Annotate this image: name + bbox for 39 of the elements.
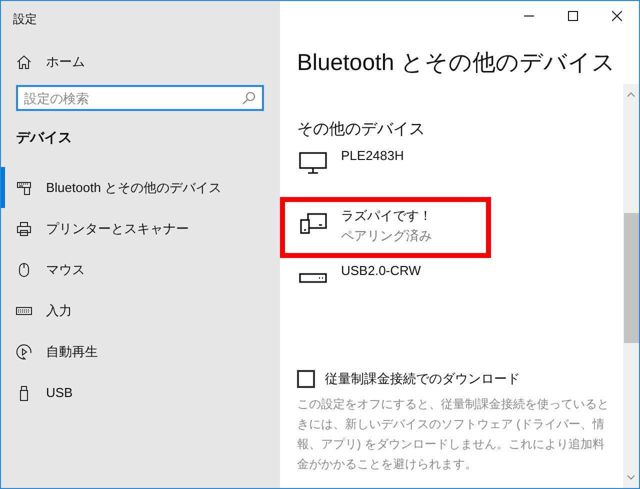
section-heading: その他のデバイス [297, 120, 426, 140]
sidebar-item-label[interactable]: プリンターとスキャナー [46, 220, 189, 238]
sidebar-item[interactable]: 入力 [1, 290, 280, 331]
search-field[interactable]: 設定の検索 [16, 85, 264, 111]
play-circle-icon [16, 344, 32, 360]
scroll-up-icon[interactable] [627, 92, 635, 97]
window-title: 設定 [12, 11, 38, 28]
sidebar-item-label[interactable]: マウス [46, 260, 85, 278]
sidebar-item[interactable]: USB [1, 372, 280, 413]
mouse-icon [16, 262, 32, 278]
keyboard-phone-icon [16, 180, 32, 196]
home-icon [16, 54, 32, 70]
close-icon[interactable] [612, 11, 622, 21]
sidebar-item[interactable]: プリンターとスキャナー [1, 208, 280, 249]
sidebar-item-label[interactable]: Bluetooth とその他のデバイス [46, 178, 222, 196]
printer-icon [16, 220, 32, 236]
sidebar-item-label[interactable]: 入力 [46, 302, 72, 320]
monitor-icon [299, 151, 327, 175]
maximize-icon[interactable] [568, 11, 578, 21]
home-label[interactable]: ホーム [46, 53, 85, 71]
home-link[interactable]: ホーム [1, 35, 280, 71]
checkbox-label[interactable]: 従量制課金接続でのダウンロード [325, 370, 520, 388]
scroll-down-icon[interactable] [627, 475, 635, 480]
phone-and-tablet-icon [299, 210, 327, 234]
device-name[interactable]: PLE2483H [341, 148, 404, 163]
sidebar-item[interactable]: マウス [1, 249, 280, 290]
device-name[interactable]: USB2.0-CRW [341, 263, 421, 278]
checkbox[interactable] [297, 370, 315, 388]
section-heading: デバイス [15, 128, 73, 147]
search-icon[interactable] [242, 91, 256, 105]
sidebar-item[interactable]: 自動再生 [1, 331, 280, 372]
scrollbar-thumb[interactable] [624, 213, 638, 343]
scrollbar[interactable] [623, 84, 639, 488]
page-title: Bluetooth とその他のデバイス [296, 48, 617, 77]
sidebar-item-label[interactable]: USB [46, 385, 73, 400]
device-status: ペアリング済み [341, 227, 432, 245]
description-text: この設定をオフにすると、従量制課金接続を使っているときには、新しいデバイスのソフトウェア (ドライバー、情報、アプリ) をダウンロードしません。これにより追加料金がかかることを避けられます。 [297, 396, 610, 473]
device-name[interactable]: ラズパイです！ [341, 207, 432, 225]
sidebar-item-label[interactable]: 自動再生 [46, 342, 98, 360]
